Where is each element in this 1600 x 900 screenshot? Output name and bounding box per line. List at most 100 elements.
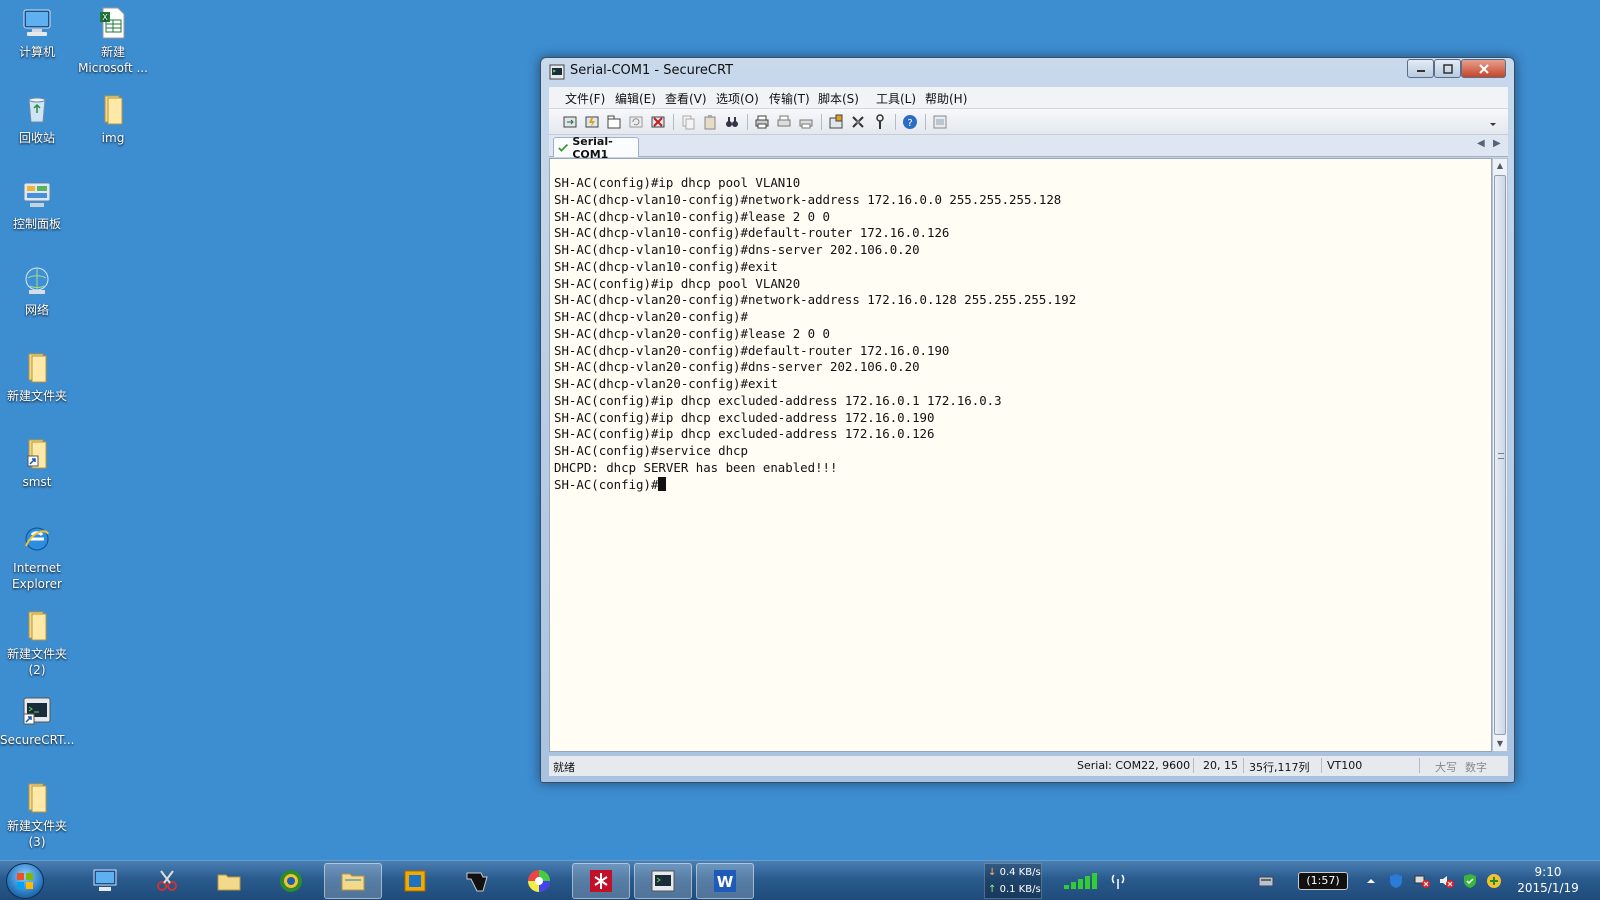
terminal-line: SH-AC(dhcp-vlan20-config)#: [554, 309, 748, 324]
tab-serial-com1[interactable]: Serial-COM1: [553, 135, 639, 161]
print-selection-button[interactable]: [797, 113, 815, 130]
taskbar-browser-button[interactable]: [262, 863, 320, 899]
paste-button[interactable]: [701, 113, 719, 130]
taskbar-folder-button[interactable]: [200, 863, 258, 899]
upload-arrow-icon: ↑: [988, 884, 997, 895]
securecrt-icon: [651, 870, 675, 892]
folder-icon: [217, 874, 241, 891]
help-button[interactable]: ?: [901, 113, 919, 130]
taskbar-explorer-button[interactable]: [324, 863, 382, 899]
quick-connect-button[interactable]: [583, 113, 601, 130]
keyboard-icon[interactable]: [1258, 873, 1274, 889]
taskbar-computer-button[interactable]: [76, 863, 134, 899]
tab-scroll-left-icon[interactable]: ◀: [1477, 138, 1485, 149]
taskbar-outlook-button[interactable]: [386, 863, 444, 899]
print-button[interactable]: [753, 113, 771, 130]
minimize-button[interactable]: [1407, 59, 1434, 78]
menu-transfer[interactable]: 传输(T): [769, 90, 810, 107]
copy-icon: [682, 115, 695, 129]
terminal-line: SH-AC(dhcp-vlan10-config)#network-addres…: [554, 191, 1062, 207]
taskbar-ti-button[interactable]: [448, 863, 506, 899]
terminal-line: SH-AC(dhcp-vlan20-config)#lease 2 0 0: [554, 325, 831, 341]
status-connection: Serial: COM22, 9600: [1077, 759, 1191, 772]
taskbar-word-button[interactable]: W: [696, 863, 754, 899]
text-cursor: [658, 476, 667, 491]
checkmark-icon: [558, 143, 569, 152]
help-icon: ?: [903, 114, 917, 129]
desktop-icon-new-folder-2[interactable]: 新建文件夹 (2): [0, 608, 74, 678]
maximize-button[interactable]: [1434, 59, 1461, 78]
shield-icon[interactable]: [1388, 873, 1404, 889]
terminal-area[interactable]: SH-AC(config)#ip dhcp pool VLAN10 SH-AC(…: [549, 158, 1492, 752]
terminal-line: SH-AC(dhcp-vlan10-config)#default-router…: [554, 225, 950, 241]
desktop-icon-computer[interactable]: 计算机: [0, 6, 74, 60]
signal-strength-icon[interactable]: [1062, 872, 1106, 890]
grip-icon: [1498, 453, 1504, 459]
internet-explorer-icon: [25, 527, 49, 551]
network-speed-monitor[interactable]: ↓ 0.4 KB/s ↑ 0.1 KB/s: [984, 863, 1042, 899]
menu-edit[interactable]: 编辑(E): [615, 90, 656, 107]
download-arrow-icon: ↓: [988, 867, 997, 878]
find-button[interactable]: [723, 113, 741, 130]
terminal-line: DHCPD: dhcp SERVER has been enabled!!!: [554, 459, 838, 475]
desktop-icon-new-folder-3[interactable]: 新建文件夹 (3): [0, 780, 74, 850]
scroll-up-icon[interactable]: ▲: [1493, 159, 1507, 173]
taskbar-color-picker-button[interactable]: [510, 863, 568, 899]
desktop-icon-securecrt[interactable]: SecureCRT...: [0, 694, 74, 748]
keymap-button[interactable]: [871, 113, 889, 130]
menu-view[interactable]: 查看(V): [665, 90, 707, 107]
vertical-scrollbar[interactable]: ▲ ▼: [1492, 158, 1508, 752]
network-status-icon[interactable]: [1414, 873, 1430, 889]
terminal-output: SH-AC(config)#ip dhcp pool VLAN10 SH-AC(…: [554, 175, 1076, 493]
ti-logo-icon: [466, 872, 488, 892]
update-icon[interactable]: [1486, 873, 1502, 889]
taskbar-snipping-tool-button[interactable]: [138, 863, 196, 899]
desktop-icon-img[interactable]: img: [76, 92, 150, 146]
recycle-bin-icon: [28, 97, 46, 123]
menu-script[interactable]: 脚本(S): [818, 90, 859, 107]
desktop-icon-control-panel[interactable]: 控制面板: [0, 178, 74, 232]
antenna-icon[interactable]: [1110, 873, 1126, 889]
battery-indicator[interactable]: (1:57): [1298, 872, 1348, 890]
paste-icon: [704, 114, 716, 129]
security-shield-icon[interactable]: [1462, 873, 1478, 889]
desktop-icon-network[interactable]: 网络: [0, 264, 74, 318]
taskbar-app-button[interactable]: [572, 863, 630, 899]
global-options-button[interactable]: [849, 113, 867, 130]
menu-options[interactable]: 选项(O): [716, 90, 759, 107]
window-title: Serial-COM1 - SecureCRT: [570, 63, 734, 78]
minimize-icon: [1416, 69, 1425, 72]
terminal-line: SH-AC(config)#ip dhcp pool VLAN10: [554, 175, 801, 190]
menu-tools[interactable]: 工具(L): [876, 90, 916, 107]
terminal-prompt-line[interactable]: SH-AC(config)#: [554, 476, 1076, 494]
menu-file[interactable]: 文件(F): [565, 90, 605, 107]
scrollbar-thumb[interactable]: [1494, 175, 1506, 735]
show-hidden-icons-icon[interactable]: [1366, 873, 1376, 889]
print-setup-button[interactable]: [775, 113, 793, 130]
reconnect-button[interactable]: [627, 113, 645, 130]
menu-help[interactable]: 帮助(H): [925, 90, 967, 107]
connect-icon: [563, 116, 577, 127]
tab-scroll-right-icon[interactable]: ▶: [1493, 138, 1501, 149]
taskbar-securecrt-button[interactable]: [634, 863, 692, 899]
connect-tab-button[interactable]: [605, 113, 623, 130]
sftp-button[interactable]: [931, 113, 949, 130]
desktop-icon-internet-explorer[interactable]: Internet Explorer: [0, 522, 74, 592]
desktop-icon-excel[interactable]: X 新建 Microsoft ...: [76, 6, 150, 76]
volume-muted-icon[interactable]: [1438, 873, 1454, 889]
toolbar-overflow-button[interactable]: [1486, 115, 1500, 132]
clock-time: 9:10: [1534, 865, 1562, 879]
scroll-down-icon[interactable]: ▼: [1493, 737, 1507, 751]
start-button[interactable]: [6, 863, 44, 899]
title-bar[interactable]: Serial-COM1 - SecureCRT: [541, 58, 1514, 86]
session-options-button[interactable]: [827, 113, 845, 130]
connect-button[interactable]: [561, 113, 579, 130]
shortcut-icon: [27, 439, 47, 469]
close-button[interactable]: [1461, 59, 1506, 78]
copy-button[interactable]: [679, 113, 697, 130]
desktop-icon-recycle-bin[interactable]: 回收站: [0, 92, 74, 146]
desktop-icon-new-folder[interactable]: 新建文件夹: [0, 350, 74, 404]
desktop-icon-smst[interactable]: smst: [0, 436, 74, 490]
disconnect-button[interactable]: [649, 113, 667, 130]
system-clock[interactable]: 9:10 2015/1/19: [1508, 864, 1588, 896]
